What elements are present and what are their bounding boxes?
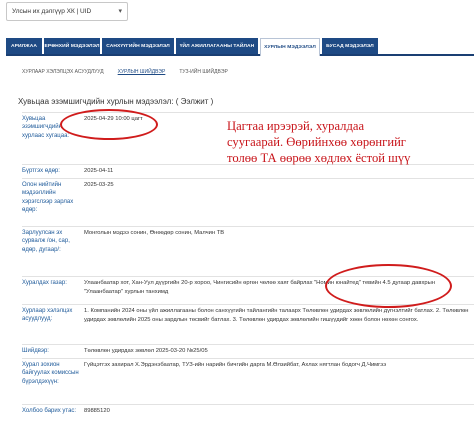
company-select-value: Улсын их дэлгүүр ХК | UID bbox=[12, 8, 92, 15]
field-value: Төлөвлөн удирдах зөвлөл 2025-03-20 №25/0… bbox=[84, 348, 208, 354]
chevron-down-icon: ▾ bbox=[118, 8, 122, 15]
field-label: Холбоо барих утас: bbox=[22, 408, 77, 414]
field-value: 2025-03-25 bbox=[84, 182, 114, 188]
tab-trading[interactable]: АРИЛЖАА bbox=[6, 38, 42, 54]
section-title: Хувьцаа эзэмшигчдийн хурлын мэдээлэл: ( … bbox=[18, 97, 214, 106]
field-row-committee: Хурал зохион байгуулах комиссын бүрэлдэх… bbox=[22, 358, 474, 404]
field-label: Хурлаар хэлэлцэх асуудлууд: bbox=[22, 308, 73, 323]
highlight-circle bbox=[325, 264, 452, 308]
field-row-phone: Холбоо барих утас: 89885120 bbox=[22, 404, 474, 434]
subnav-board-decision[interactable]: ТУЗ-ИЙН ШИЙДВЭР bbox=[179, 69, 227, 75]
subnav-meeting-decision[interactable]: ХУРЛЫН ШИЙДВЭР bbox=[118, 69, 166, 75]
field-row-agenda: Хурлаар хэлэлцэх асуудлууд: 1. Компанийн… bbox=[22, 304, 474, 344]
field-row-decision: Шийдвэр: Төлөвлөн удирдах зөвлөл 2025-03… bbox=[22, 344, 474, 358]
tab-other-info[interactable]: БУСАД МЭДЭЭЛЭЛ bbox=[322, 38, 378, 54]
field-label: Хуралдах газар: bbox=[22, 280, 67, 286]
tab-general-info[interactable]: ЕРӨНХИЙ МЭДЭЭЛЭЛ bbox=[44, 38, 100, 54]
field-label: Хурал зохион байгуулах комиссын бүрэлдэх… bbox=[22, 362, 79, 385]
field-label: Олон нийтийн мэдээллийн хэрэгслээр зарла… bbox=[22, 182, 74, 213]
highlight-circle bbox=[60, 109, 158, 140]
field-value: 2025-04-11 bbox=[84, 168, 114, 174]
main-tabs: АРИЛЖАА ЕРӨНХИЙ МЭДЭЭЛЭЛ САНХҮҮГИЙН МЭДЭ… bbox=[6, 38, 474, 56]
field-value: Гүйцэтгэх захирал Х.Эрдэнэбаатар, ТУЗ-ий… bbox=[84, 362, 387, 368]
field-label: Зарлуулсан эх сурвалж /он, сар, өдөр, ду… bbox=[22, 230, 70, 253]
field-row-announce-date: Олон нийтийн мэдээллийн хэрэгслээр зарла… bbox=[22, 178, 474, 226]
meeting-subnav: ХУРЛААР ХЭЛЭЛЦЭХ АСУУДЛУУД ХУРЛЫН ШИЙДВЭ… bbox=[22, 69, 242, 75]
field-label: Бүртгэх өдөр: bbox=[22, 168, 60, 174]
field-row-register-date: Бүртгэх өдөр: 2025-04-11 bbox=[22, 164, 474, 178]
company-select[interactable]: Улсын их дэлгүүр ХК | UID ▾ bbox=[6, 2, 128, 21]
field-value: 1. Компанийн 2024 оны үйл ажиллагааны бо… bbox=[84, 308, 469, 323]
tab-meeting-info[interactable]: ХУРЛЫН МЭДЭЭЛЭЛ bbox=[260, 38, 320, 56]
subnav-agenda[interactable]: ХУРЛААР ХЭЛЭЛЦЭХ АСУУДЛУУД bbox=[22, 69, 104, 75]
field-label: Шийдвэр: bbox=[22, 348, 49, 354]
field-value: 89885120 bbox=[84, 408, 110, 414]
tab-financial-info[interactable]: САНХҮҮГИЙН МЭДЭЭЛЭЛ bbox=[102, 38, 174, 54]
handwritten-annotation: Цагтаа ирээрэй, хуралдаа суугаарай. Өөри… bbox=[227, 119, 411, 165]
tab-activity-report[interactable]: ҮЙЛ АЖИЛЛАГААНЫ ТАЙЛАН bbox=[176, 38, 258, 54]
